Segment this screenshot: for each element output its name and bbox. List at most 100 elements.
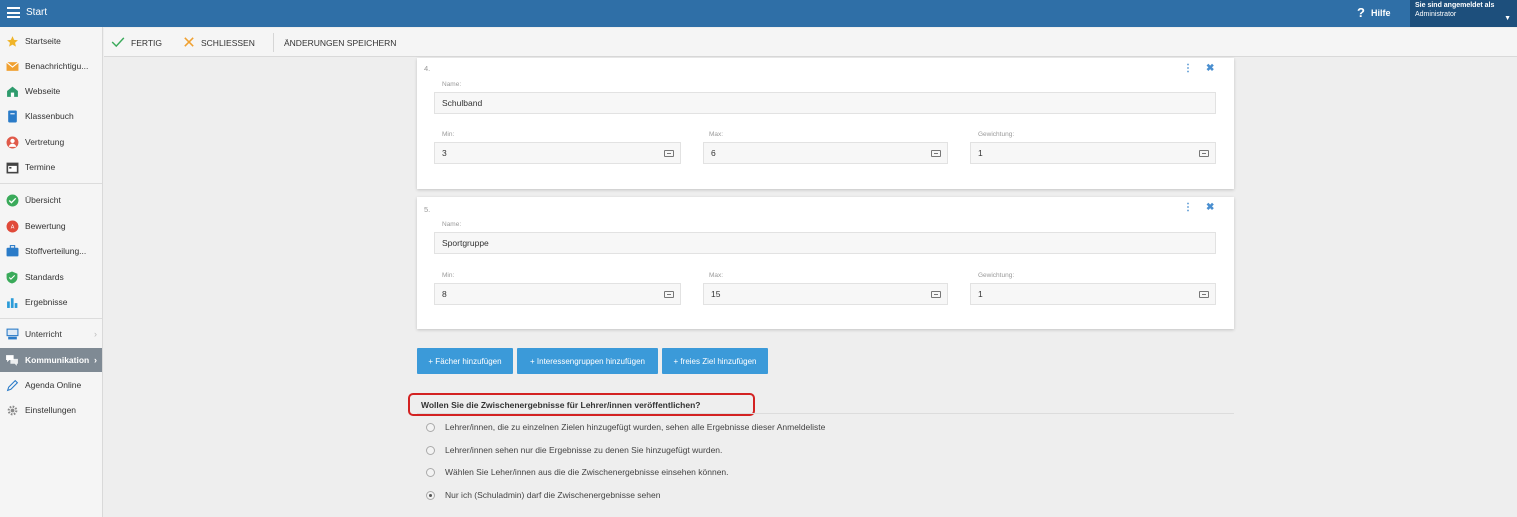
done-button[interactable]: FERTIG <box>111 28 162 57</box>
sidebar-item-startseite[interactable]: Startseite <box>0 29 102 53</box>
goal-card: 5. ⋮ ✖ Name: Sportgruppe Min: 8 Max: 15 … <box>417 197 1234 329</box>
close-button[interactable]: SCHLIESSEN <box>183 28 255 57</box>
caret-down-icon: ▼ <box>1504 15 1511 22</box>
number-input-icon <box>1199 291 1209 298</box>
max-field[interactable]: 6 <box>703 142 948 164</box>
close-label: SCHLIESSEN <box>201 37 255 48</box>
weight-field[interactable]: 1 <box>970 142 1216 164</box>
option-row[interactable]: Lehrer/innen, die zu einzelnen Zielen hi… <box>426 422 825 432</box>
sidebar-item-label: Kommunikation <box>25 355 90 365</box>
sidebar-item-ergebnisse[interactable]: Ergebnisse <box>0 290 102 314</box>
sidebar-item-label: Benachrichtigu... <box>25 61 89 71</box>
question-divider <box>417 413 1234 414</box>
min-value: 3 <box>442 148 447 158</box>
min-field[interactable]: 3 <box>434 142 681 164</box>
chevron-right-icon: › <box>94 329 97 339</box>
max-field[interactable]: 15 <box>703 283 948 305</box>
question-icon: ? <box>1357 5 1365 20</box>
chevron-right-icon: › <box>94 355 97 365</box>
sidebar-item-agenda-online[interactable]: Agenda Online <box>0 373 102 397</box>
house-icon <box>5 84 19 98</box>
card-number: 4. <box>424 64 431 73</box>
option-row[interactable]: Nur ich (Schuladmin) darf die Zwischener… <box>426 490 660 500</box>
max-label: Max: <box>709 131 724 138</box>
publish-question: Wollen Sie die Zwischenergebnisse für Le… <box>421 400 701 410</box>
sidebar-item-kommunikation[interactable]: Kommunikation › <box>0 348 102 372</box>
name-field[interactable]: Sportgruppe <box>434 232 1216 254</box>
radio-button[interactable] <box>426 445 435 455</box>
max-value: 6 <box>711 148 716 158</box>
radio-button[interactable] <box>426 422 435 432</box>
more-options-icon[interactable]: ⋮ <box>1183 63 1193 74</box>
sidebar-item-label: Unterricht <box>25 329 62 339</box>
add-subjects-button[interactable]: + Fächer hinzufügen <box>417 348 513 374</box>
sidebar: Startseite Benachrichtigu... Webseite Kl… <box>0 27 103 517</box>
gear-icon <box>5 403 19 417</box>
add-free-goal-button[interactable]: + freies Ziel hinzufügen <box>662 348 768 374</box>
sidebar-item-standards[interactable]: Standards <box>0 265 102 289</box>
sidebar-item-label: Webseite <box>25 86 61 96</box>
svg-text:A: A <box>10 224 14 230</box>
user-name: Administrator <box>1415 11 1457 18</box>
option-label: Wählen Sie Leher/innen aus die die Zwisc… <box>445 467 729 477</box>
name-field[interactable]: Schulband <box>434 92 1216 114</box>
option-row[interactable]: Wählen Sie Leher/innen aus die die Zwisc… <box>426 467 729 477</box>
envelope-icon <box>5 59 19 73</box>
min-field[interactable]: 8 <box>434 283 681 305</box>
sidebar-item-label: Bewertung <box>25 221 66 231</box>
sidebar-item-einstellungen[interactable]: Einstellungen <box>0 398 102 422</box>
number-input-icon <box>931 291 941 298</box>
user-login-caption: Sie sind angemeldet als <box>1415 2 1495 9</box>
done-label: FERTIG <box>131 37 163 48</box>
save-changes-button[interactable]: ÄNDERUNGEN SPEICHERN <box>284 28 396 57</box>
calendar-icon <box>5 160 19 174</box>
sidebar-item-webseite[interactable]: Webseite <box>0 79 102 103</box>
radio-button-selected[interactable] <box>426 490 435 500</box>
sidebar-divider <box>0 183 102 184</box>
sidebar-item-termine[interactable]: Termine <box>0 155 102 179</box>
sidebar-item-klassenbuch[interactable]: Klassenbuch <box>0 104 102 128</box>
remove-card-icon[interactable]: ✖ <box>1206 202 1214 213</box>
sidebar-item-unterricht[interactable]: Unterricht › <box>0 322 102 346</box>
number-input-icon <box>1199 150 1209 157</box>
checkmark-icon <box>111 35 125 51</box>
sidebar-item-benachrichtigungen[interactable]: Benachrichtigu... <box>0 54 102 78</box>
add-interest-groups-button[interactable]: + Interessengruppen hinzufügen <box>517 348 658 374</box>
number-input-icon <box>931 150 941 157</box>
remove-card-icon[interactable]: ✖ <box>1206 63 1214 74</box>
sidebar-item-uebersicht[interactable]: Übersicht <box>0 188 102 212</box>
sidebar-item-stoffverteilung[interactable]: Stoffverteilung... <box>0 239 102 263</box>
sidebar-item-label: Übersicht <box>25 195 61 205</box>
briefcase-icon <box>5 244 19 258</box>
sidebar-item-label: Einstellungen <box>25 405 77 415</box>
sidebar-item-label: Standards <box>25 272 64 282</box>
user-menu[interactable]: Sie sind angemeldet als Administrator ▼ <box>1410 0 1517 27</box>
goal-card: 4. ⋮ ✖ Name: Schulband Min: 3 Max: 6 Gew… <box>417 58 1234 189</box>
hamburger-menu-icon[interactable] <box>7 7 20 18</box>
sidebar-item-label: Stoffverteilung... <box>25 246 87 256</box>
option-label: Lehrer/innen sehen nur die Ergebnisse zu… <box>445 445 723 455</box>
book-icon <box>5 109 19 123</box>
number-input-icon <box>664 291 674 298</box>
option-row[interactable]: Lehrer/innen sehen nur die Ergebnisse zu… <box>426 445 722 455</box>
max-label: Max: <box>709 272 724 279</box>
number-input-icon <box>664 150 674 157</box>
option-label: Nur ich (Schuladmin) darf die Zwischener… <box>445 490 661 500</box>
sidebar-item-label: Agenda Online <box>25 380 82 390</box>
pen-icon <box>5 378 19 392</box>
help-button[interactable]: ? Hilfe <box>1357 5 1390 20</box>
min-label: Min: <box>442 131 455 138</box>
app-title[interactable]: Start <box>26 7 47 18</box>
weight-value: 1 <box>978 148 983 158</box>
bar-chart-icon <box>5 295 19 309</box>
sidebar-item-vertretung[interactable]: Vertretung <box>0 130 102 154</box>
weight-field[interactable]: 1 <box>970 283 1216 305</box>
help-label: Hilfe <box>1370 7 1391 18</box>
action-toolbar: FERTIG SCHLIESSEN ÄNDERUNGEN SPEICHERN <box>104 28 1517 57</box>
more-options-icon[interactable]: ⋮ <box>1183 202 1193 213</box>
save-label: ÄNDERUNGEN SPEICHERN <box>284 37 397 48</box>
min-value: 8 <box>442 289 447 299</box>
radio-button[interactable] <box>426 467 435 477</box>
name-label: Name: <box>442 81 462 88</box>
sidebar-item-bewertung[interactable]: A Bewertung <box>0 214 102 238</box>
